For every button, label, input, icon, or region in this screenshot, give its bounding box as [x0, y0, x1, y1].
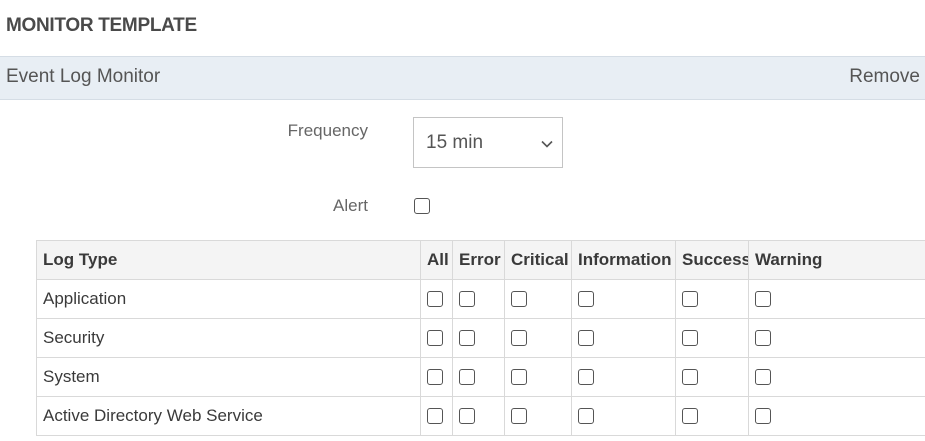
- column-header-log-type: Log Type: [36, 240, 421, 280]
- warning-checkbox[interactable]: [755, 369, 771, 385]
- column-header-critical: Critical: [504, 240, 572, 280]
- all-checkbox[interactable]: [427, 291, 443, 307]
- all-checkbox[interactable]: [427, 369, 443, 385]
- alert-checkbox[interactable]: [414, 198, 430, 214]
- all-checkbox[interactable]: [427, 330, 443, 346]
- information-checkbox[interactable]: [578, 369, 594, 385]
- log-type-name: System: [36, 357, 421, 397]
- error-checkbox[interactable]: [459, 291, 475, 307]
- page-title: MONITOR TEMPLATE: [6, 15, 197, 36]
- critical-checkbox[interactable]: [511, 369, 527, 385]
- critical-checkbox[interactable]: [511, 330, 527, 346]
- critical-checkbox[interactable]: [511, 291, 527, 307]
- column-header-warning: Warning: [748, 240, 925, 280]
- warning-checkbox[interactable]: [755, 330, 771, 346]
- table-header-row: Log Type All Error Critical Information …: [36, 240, 925, 280]
- error-checkbox[interactable]: [459, 330, 475, 346]
- warning-checkbox[interactable]: [755, 408, 771, 424]
- table-row: System: [36, 357, 925, 397]
- success-checkbox[interactable]: [682, 291, 698, 307]
- frequency-select-value: 15 min: [426, 132, 484, 153]
- success-checkbox[interactable]: [682, 330, 698, 346]
- success-checkbox[interactable]: [682, 369, 698, 385]
- information-checkbox[interactable]: [578, 330, 594, 346]
- section-header: Event Log Monitor Remove: [0, 56, 925, 100]
- column-header-all: All: [420, 240, 453, 280]
- information-checkbox[interactable]: [578, 291, 594, 307]
- frequency-select[interactable]: 15 min: [413, 117, 563, 168]
- table-row: Application: [36, 279, 925, 319]
- alert-label: Alert: [333, 196, 368, 215]
- table-row: Security: [36, 318, 925, 358]
- all-checkbox[interactable]: [427, 408, 443, 424]
- warning-checkbox[interactable]: [755, 291, 771, 307]
- error-checkbox[interactable]: [459, 369, 475, 385]
- log-type-name: Active Directory Web Service: [36, 396, 421, 436]
- section-title: Event Log Monitor: [6, 66, 161, 87]
- column-header-error: Error: [452, 240, 505, 280]
- error-checkbox[interactable]: [459, 408, 475, 424]
- remove-link[interactable]: Remove: [849, 66, 920, 88]
- frequency-label: Frequency: [287, 121, 368, 140]
- log-type-table: Log Type All Error Critical Information …: [36, 240, 925, 436]
- column-header-information: Information: [571, 240, 676, 280]
- log-type-name: Security: [36, 318, 421, 358]
- log-type-name: Application: [36, 279, 421, 319]
- critical-checkbox[interactable]: [511, 408, 527, 424]
- table-row: Active Directory Web Service: [36, 396, 925, 436]
- information-checkbox[interactable]: [578, 408, 594, 424]
- column-header-success: Success: [675, 240, 749, 280]
- success-checkbox[interactable]: [682, 408, 698, 424]
- chevron-down-icon: [541, 140, 553, 148]
